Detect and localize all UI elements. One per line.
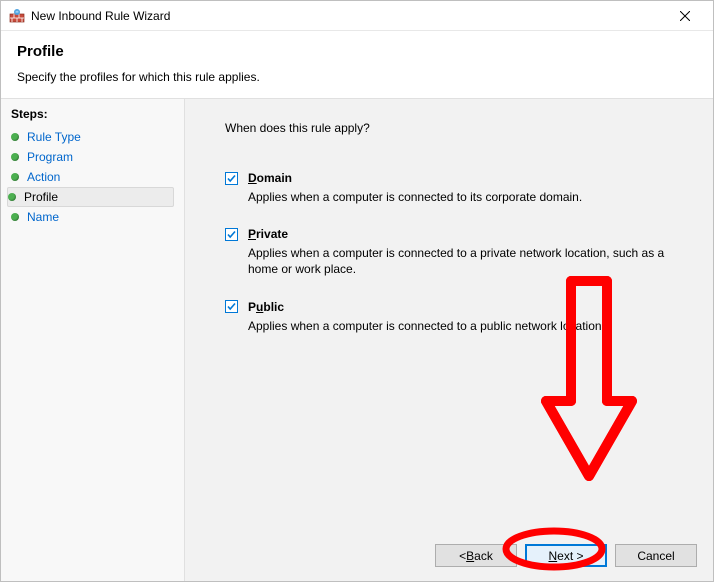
page-subtitle: Specify the profiles for which this rule… [17,70,697,84]
steps-heading: Steps: [11,107,174,121]
label-domain: Domain [248,171,292,185]
label-private: Private [248,227,288,241]
check-icon [226,301,237,312]
wizard-header: Profile Specify the profiles for which t… [1,31,713,99]
bullet-icon [11,213,19,221]
desc-public: Applies when a computer is connected to … [248,318,668,334]
step-label: Action [27,170,60,184]
wizard-window: New Inbound Rule Wizard Profile Specify … [0,0,714,582]
step-profile[interactable]: Profile [7,187,174,207]
bullet-icon [11,173,19,181]
check-icon [226,229,237,240]
step-label: Rule Type [27,130,81,144]
wizard-buttons: < Back Next > Cancel [435,544,697,567]
bullet-icon [11,133,19,141]
desc-domain: Applies when a computer is connected to … [248,189,668,205]
close-button[interactable] [665,2,705,30]
main-panel: When does this rule apply? Domain Applie… [185,99,713,581]
label-public: Public [248,300,284,314]
checkbox-private[interactable] [225,228,238,241]
desc-private: Applies when a computer is connected to … [248,245,668,277]
cancel-button[interactable]: Cancel [615,544,697,567]
check-icon [226,173,237,184]
window-title: New Inbound Rule Wizard [31,9,665,23]
wizard-body: Steps: Rule Type Program Action Profile … [1,99,713,581]
step-name[interactable]: Name [11,207,174,227]
checkbox-domain[interactable] [225,172,238,185]
step-program[interactable]: Program [11,147,174,167]
bullet-icon [8,193,16,201]
option-private: Private Applies when a computer is conne… [225,227,687,277]
option-domain: Domain Applies when a computer is connec… [225,171,687,205]
step-rule-type[interactable]: Rule Type [11,127,174,147]
step-action[interactable]: Action [11,167,174,187]
step-label: Program [27,150,73,164]
checkbox-public[interactable] [225,300,238,313]
option-public: Public Applies when a computer is connec… [225,300,687,334]
steps-sidebar: Steps: Rule Type Program Action Profile … [1,99,185,581]
bullet-icon [11,153,19,161]
next-button[interactable]: Next > [525,544,607,567]
back-button[interactable]: < Back [435,544,517,567]
close-icon [680,11,690,21]
titlebar: New Inbound Rule Wizard [1,1,713,31]
step-label: Profile [24,190,58,204]
firewall-icon [9,8,25,24]
question-text: When does this rule apply? [225,121,687,135]
step-label: Name [27,210,59,224]
page-title: Profile [17,43,697,60]
